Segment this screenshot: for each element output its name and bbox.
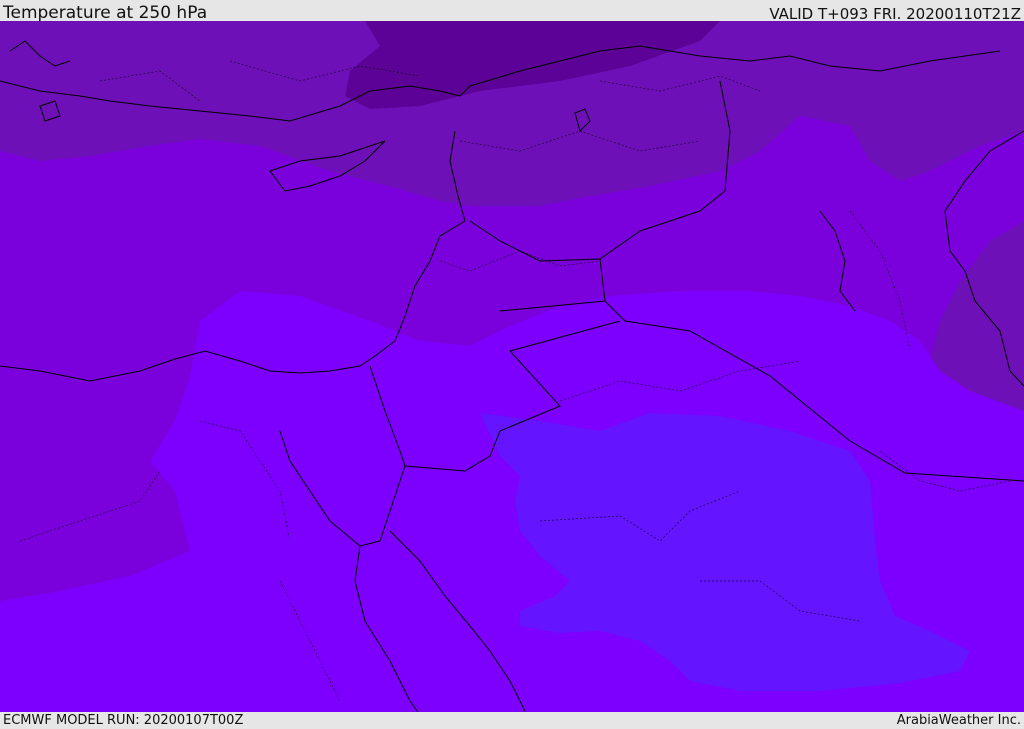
credit-label: ArabiaWeather Inc. bbox=[896, 713, 1021, 728]
header-bar: Temperature at 250 hPa VALID T+093 FRI. … bbox=[0, 0, 1024, 23]
map-title: Temperature at 250 hPa bbox=[3, 3, 208, 23]
weather-map[interactable] bbox=[0, 21, 1024, 712]
temperature-field-svg bbox=[0, 21, 1024, 712]
model-run: ECMWF MODEL RUN: 20200107T00Z bbox=[3, 713, 244, 728]
footer-bar: ECMWF MODEL RUN: 20200107T00Z ArabiaWeat… bbox=[0, 712, 1024, 729]
